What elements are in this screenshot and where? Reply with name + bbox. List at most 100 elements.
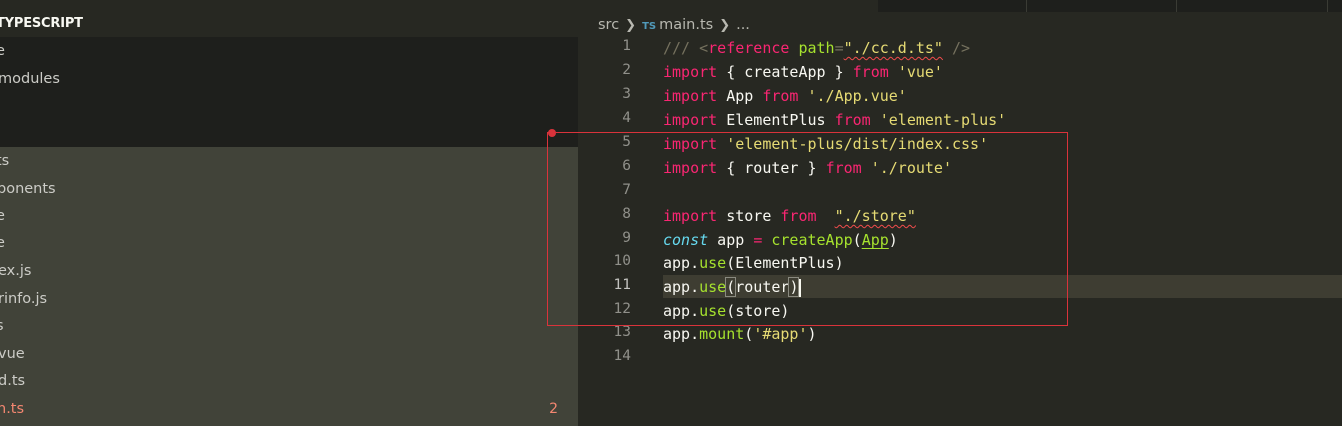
- tree-item-label: e: [0, 43, 5, 59]
- code-line[interactable]: const app = createApp(App): [663, 228, 898, 252]
- code-line[interactable]: import { router } from './route': [663, 156, 952, 180]
- code-token: app.: [663, 278, 700, 296]
- text-cursor: [799, 278, 802, 297]
- code-token: /// <: [663, 39, 709, 57]
- code-token: from: [762, 87, 799, 105]
- breakpoint-dot-icon: [548, 129, 556, 137]
- line-number: 3: [622, 86, 631, 102]
- code-token: './App.vue': [807, 87, 907, 105]
- code-token: import: [663, 207, 718, 225]
- code-token: '#app': [753, 325, 808, 343]
- problem-count-badge: 2: [549, 401, 558, 417]
- line-number: 9: [622, 230, 631, 246]
- code-token: './route': [870, 159, 952, 177]
- code-line[interactable]: import ElementPlus from 'element-plus': [663, 108, 1006, 132]
- code-token: 'element-plus/dist/index.css': [726, 135, 989, 153]
- tree-item[interactable]: vue: [0, 341, 578, 368]
- code-token: app.: [663, 325, 700, 343]
- code-editor[interactable]: src ❯ TS main.ts ❯ ... 1 2 3 4 5 6 7 8 9 …: [578, 0, 1342, 426]
- line-number: 1: [622, 38, 631, 54]
- code-token: app.: [663, 302, 700, 320]
- code-token: 'vue': [897, 63, 943, 81]
- code-line[interactable]: import { createApp } from 'vue': [663, 60, 943, 84]
- code-token: store: [717, 207, 781, 225]
- code-token: app.: [663, 254, 700, 272]
- breadcrumb-file[interactable]: TS main.ts: [642, 17, 713, 33]
- tree-item-label: e: [0, 208, 5, 224]
- tree-item[interactable]: e: [0, 230, 578, 257]
- chevron-right-icon: ❯: [625, 17, 637, 33]
- code-line[interactable]: import store from "./store": [663, 204, 916, 228]
- code-token: app: [708, 231, 754, 249]
- code-line-active[interactable]: app.use(router): [663, 275, 802, 299]
- code-token: createApp: [771, 231, 853, 249]
- code-line[interactable]: import App from './App.vue': [663, 84, 907, 108]
- tree-item[interactable]: e: [0, 203, 578, 230]
- breadcrumb-folder[interactable]: src: [598, 17, 619, 33]
- section-title[interactable]: TYPESCRIPT: [0, 16, 83, 31]
- code-token: use: [699, 278, 727, 296]
- code-line[interactable]: app.use(store): [663, 299, 789, 323]
- explorer-header: TYPESCRIPT: [0, 0, 578, 37]
- code-token: use: [699, 302, 727, 320]
- line-number: 12: [613, 301, 631, 317]
- code-token: import: [663, 111, 718, 129]
- code-line[interactable]: import 'element-plus/dist/index.css': [663, 132, 988, 156]
- tree-item-active[interactable]: n.ts 2: [0, 396, 578, 423]
- code-token: (ElementPlus): [726, 254, 844, 272]
- tree-item-label: d.ts: [0, 373, 26, 389]
- breadcrumb-file-label: main.ts: [659, 17, 714, 33]
- code-token: const: [663, 231, 709, 249]
- code-token: router: [735, 278, 790, 296]
- tree-item-label: vue: [0, 346, 25, 362]
- code-token: import: [663, 87, 718, 105]
- tree-item-label: e: [0, 235, 5, 251]
- tree-item[interactable]: ponents: [0, 176, 578, 203]
- tree-item[interactable]: ts: [0, 148, 578, 175]
- line-number: 14: [613, 348, 631, 364]
- line-number-active: 11: [613, 277, 631, 293]
- code-token: 'element-plus': [879, 111, 1007, 129]
- code-line[interactable]: /// <reference path="./cc.d.ts" />: [663, 36, 970, 60]
- tree-item-label: ex.js: [0, 263, 32, 279]
- code-line[interactable]: app.mount('#app'): [663, 322, 817, 346]
- code-line[interactable]: app.use(ElementPlus): [663, 251, 844, 275]
- code-token: from: [780, 207, 817, 225]
- code-token: (: [852, 231, 862, 249]
- breadcrumb-symbols[interactable]: ...: [736, 17, 750, 33]
- code-token: use: [699, 254, 727, 272]
- line-number: 5: [622, 134, 631, 150]
- code-token: from: [852, 63, 889, 81]
- code-token: App: [717, 87, 763, 105]
- line-number: 10: [613, 253, 631, 269]
- tree-item[interactable]: rinfo.js: [0, 286, 578, 313]
- tree-item-label: ts: [0, 153, 10, 169]
- code-token: ): [788, 277, 800, 297]
- line-number: 8: [622, 206, 631, 222]
- tree-item[interactable]: d.ts: [0, 368, 578, 395]
- code-token: =: [834, 39, 844, 57]
- tab-divider: [1026, 0, 1027, 12]
- chevron-right-icon: ❯: [719, 17, 731, 33]
- line-number: 4: [622, 110, 631, 126]
- breadcrumb: src ❯ TS main.ts ❯ ...: [598, 14, 750, 36]
- tree-item[interactable]: ex.js: [0, 258, 578, 285]
- tree-item[interactable]: modules: [0, 66, 578, 93]
- code-token: path: [798, 39, 835, 57]
- tree-item[interactable]: s: [0, 313, 578, 340]
- code-token: "./cc.d.ts": [843, 39, 943, 57]
- code-token: { createApp }: [717, 63, 853, 81]
- code-token: mount: [699, 325, 745, 343]
- code-token: "./store": [834, 207, 916, 225]
- code-token: ElementPlus: [717, 111, 835, 129]
- tree-item[interactable]: e: [0, 38, 578, 65]
- code-token: App: [861, 231, 889, 249]
- tree-item-label: ponents: [0, 181, 56, 197]
- code-token: (: [744, 325, 754, 343]
- tree-item-label: s: [0, 313, 4, 340]
